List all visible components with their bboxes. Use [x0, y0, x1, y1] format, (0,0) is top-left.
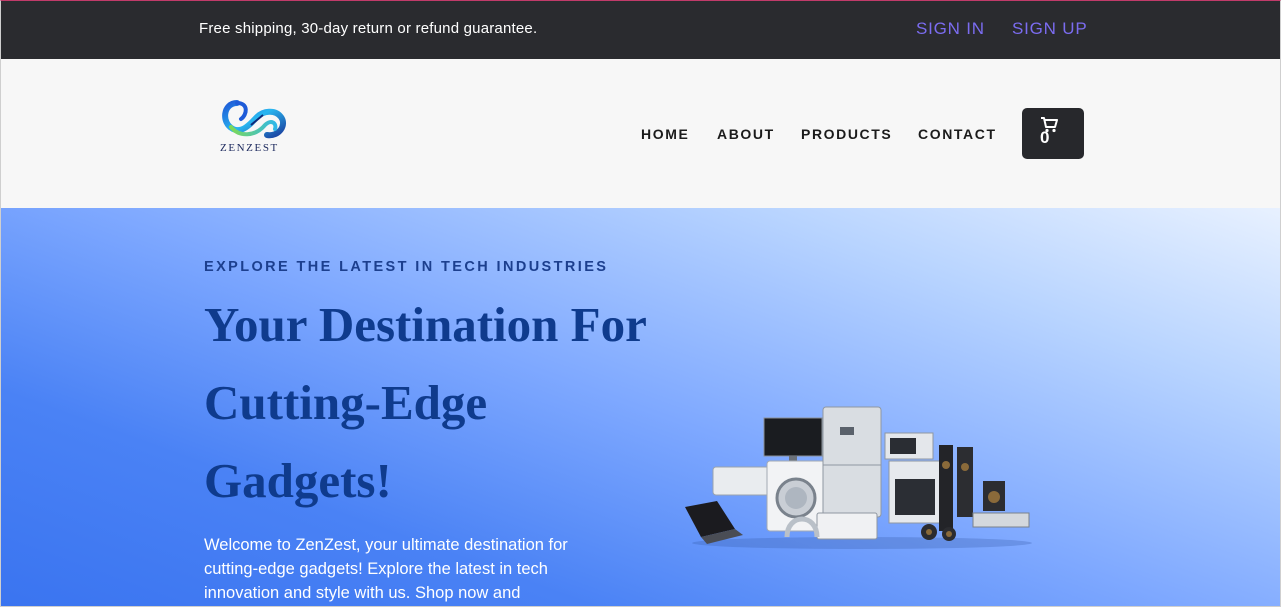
hero-headline: Your Destination For Cutting-Edge Gadget… — [204, 297, 646, 508]
logo-wordmark: ZENZEST — [220, 142, 279, 154]
hero-eyebrow: EXPLORE THE LATEST IN TECH INDUSTRIES — [204, 259, 609, 275]
cart-count: 0 — [1040, 128, 1050, 147]
nav-products[interactable]: PRODUCTS — [801, 126, 892, 142]
top-bar: Free shipping, 30-day return or refund g… — [1, 1, 1280, 59]
sign-up-link[interactable]: SIGN UP — [1012, 19, 1088, 39]
nav-contact[interactable]: CONTACT — [918, 126, 997, 142]
sign-in-link[interactable]: SIGN IN — [916, 19, 985, 39]
shipping-notice: Free shipping, 30-day return or refund g… — [199, 20, 538, 37]
nav-home[interactable]: HOME — [641, 126, 689, 142]
nav-about[interactable]: ABOUT — [717, 126, 775, 142]
page: Free shipping, 30-day return or refund g… — [0, 0, 1281, 607]
appliances-image — [685, 406, 1032, 549]
cart-button[interactable]: 0 — [1022, 108, 1084, 159]
hero-intro: Welcome to ZenZest, your ultimate destin… — [204, 536, 568, 602]
hero-section: EXPLORE THE LATEST IN TECH INDUSTRIES Yo… — [1, 208, 1280, 606]
site-header: ZENZEST HOME ABOUT PRODUCTS CONTACT 0 — [1, 59, 1280, 208]
